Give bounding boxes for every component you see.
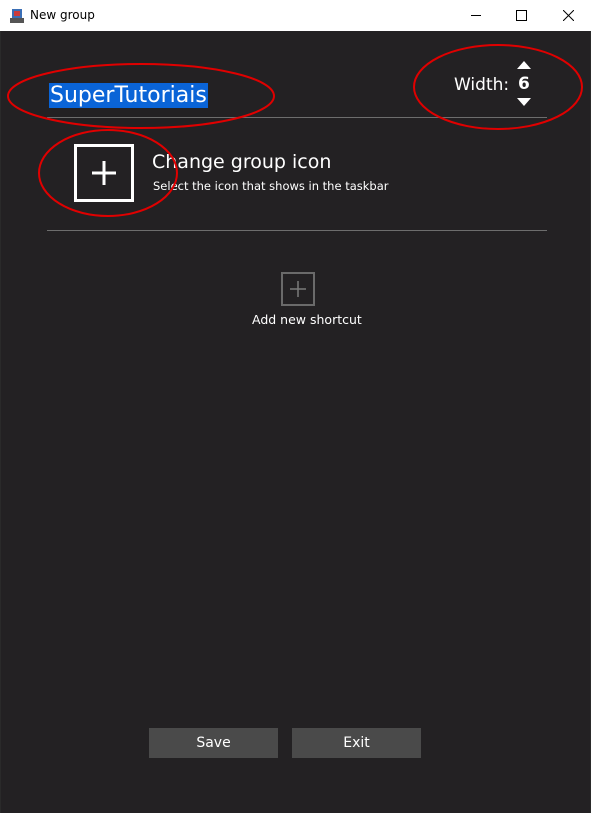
change-group-icon-subtitle: Select the icon that shows in the taskba… bbox=[153, 179, 389, 193]
group-name-text: SuperTutoriais bbox=[49, 83, 208, 108]
app-icon bbox=[10, 9, 24, 23]
title-bar: New group bbox=[0, 0, 591, 31]
save-button[interactable]: Save bbox=[149, 728, 278, 758]
minimize-icon bbox=[470, 15, 481, 16]
close-icon bbox=[562, 10, 574, 21]
maximize-button[interactable] bbox=[498, 0, 544, 31]
window-title: New group bbox=[30, 8, 95, 22]
minimize-button[interactable] bbox=[453, 0, 499, 31]
add-shortcut-button[interactable] bbox=[281, 272, 315, 306]
width-increase-arrow-icon[interactable] bbox=[517, 61, 531, 69]
window-body: SuperTutoriais Width: 6 Change group ico… bbox=[0, 31, 591, 813]
plus-icon bbox=[290, 281, 306, 297]
group-name-input[interactable]: SuperTutoriais bbox=[49, 83, 289, 113]
add-shortcut-label[interactable]: Add new shortcut bbox=[252, 312, 362, 327]
divider bbox=[47, 230, 547, 231]
width-label: Width: bbox=[454, 75, 510, 95]
exit-button[interactable]: Exit bbox=[292, 728, 421, 758]
width-decrease-arrow-icon[interactable] bbox=[517, 98, 531, 106]
change-group-icon-title: Change group icon bbox=[152, 151, 332, 173]
width-value: 6 bbox=[518, 74, 530, 94]
close-button[interactable] bbox=[545, 0, 591, 31]
change-group-icon-button[interactable] bbox=[74, 144, 134, 202]
plus-icon bbox=[92, 161, 116, 185]
maximize-icon bbox=[515, 10, 527, 21]
divider bbox=[47, 117, 547, 118]
